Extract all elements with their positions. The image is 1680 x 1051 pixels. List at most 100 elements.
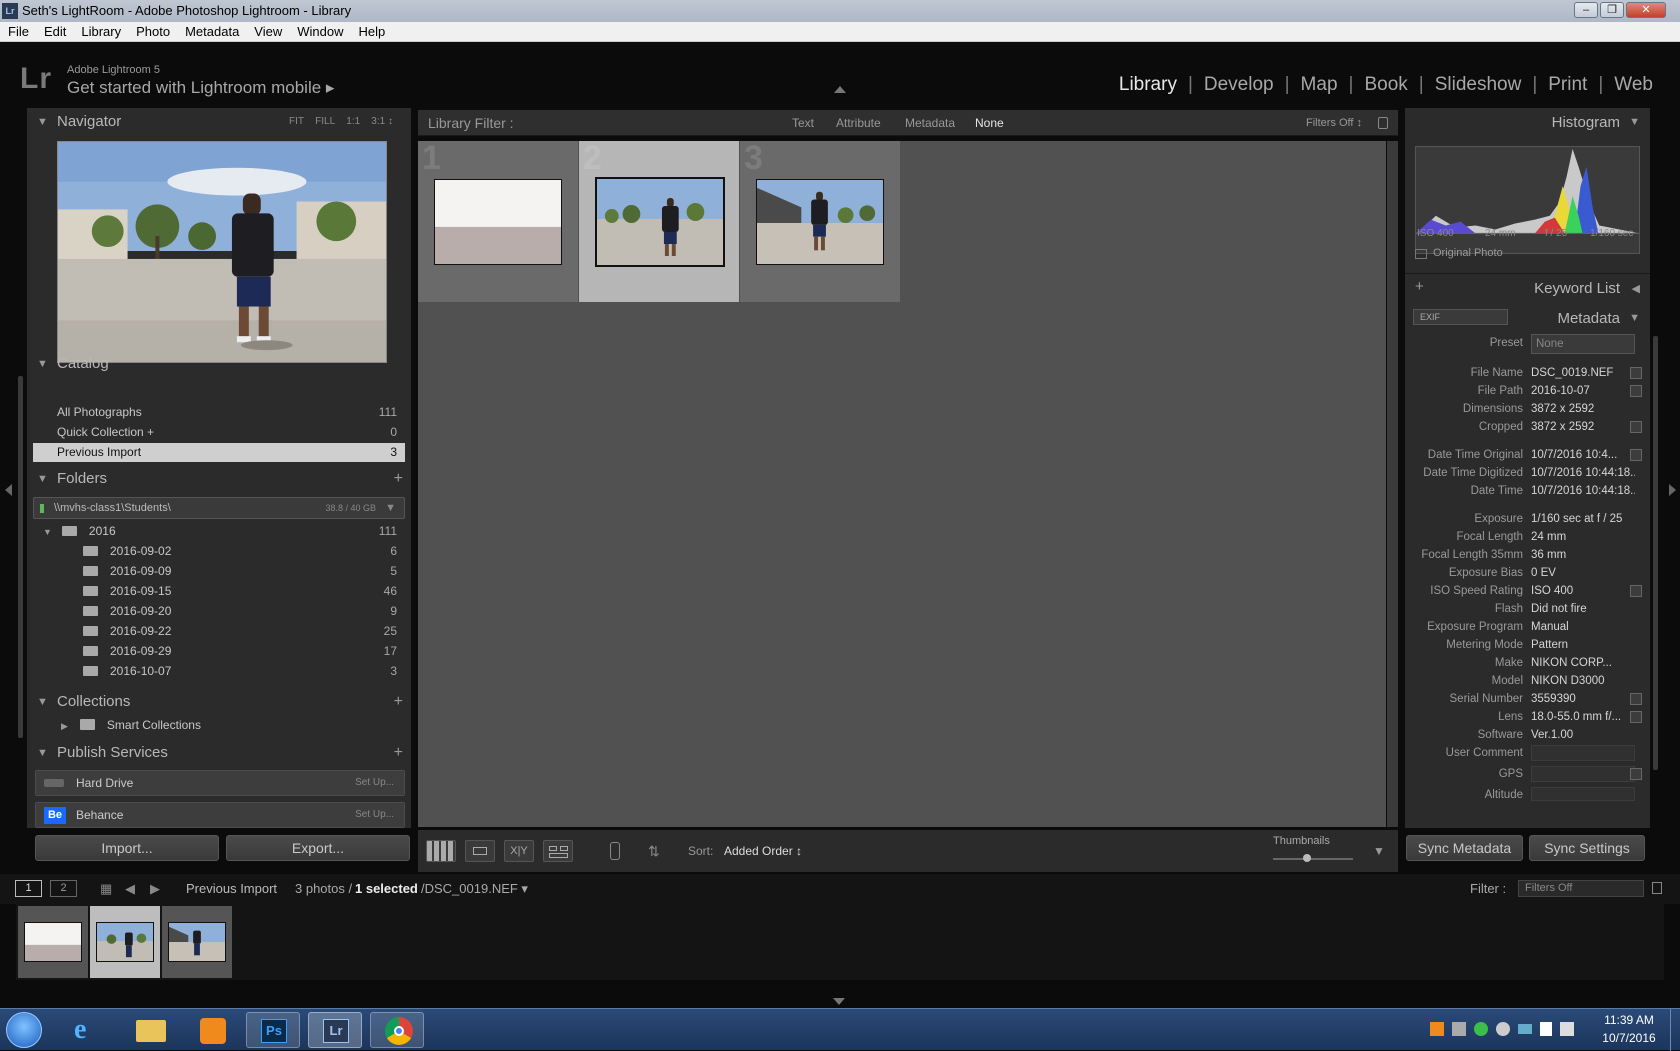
toolbar-menu-icon[interactable]: ▼ [1373, 830, 1385, 872]
folder-item[interactable]: 2016-09-29 17 [33, 642, 405, 661]
volume-bar[interactable]: \\mvhs-class1\Students\ 38.8 / 40 GB ▼ [33, 497, 405, 519]
volume-icon[interactable] [1560, 1022, 1574, 1036]
publish-setup-link[interactable]: Set Up... [355, 803, 394, 827]
source-label[interactable]: Previous Import [186, 874, 277, 904]
catalog-quick-collection[interactable]: Quick Collection + 0 [33, 423, 405, 442]
secondary-window-button[interactable]: 2 [50, 880, 77, 897]
sort-direction-icon[interactable]: ⇅ [648, 830, 660, 872]
export-button[interactable]: Export... [226, 835, 410, 861]
histogram-title[interactable]: Histogram [1552, 114, 1620, 131]
grid-cell[interactable]: 1 [418, 139, 578, 302]
import-button[interactable]: Import... [35, 835, 219, 861]
collapse-top-panel-icon[interactable] [834, 86, 846, 93]
loupe-view-icon[interactable] [465, 840, 495, 862]
module-map[interactable]: Map [1290, 74, 1349, 95]
tray-app-icon[interactable] [1496, 1022, 1510, 1036]
menu-metadata[interactable]: Metadata [185, 24, 239, 39]
filter-tab-none[interactable]: None [975, 110, 1004, 136]
photo-thumbnail[interactable] [595, 177, 725, 267]
slider-handle[interactable] [1303, 854, 1311, 862]
menu-edit[interactable]: Edit [44, 24, 66, 39]
module-develop[interactable]: Develop [1193, 74, 1285, 95]
tray-app-icon[interactable] [1452, 1022, 1466, 1036]
filmstrip-cell[interactable] [162, 906, 232, 978]
edit-capture-time-icon[interactable] [1630, 449, 1642, 461]
filter-tab-attribute[interactable]: Attribute [836, 110, 881, 136]
grid-view-icon[interactable]: ▦ [100, 874, 112, 904]
gps-map-icon[interactable] [1630, 768, 1642, 780]
filter-preset-dropdown[interactable]: Filters Off ↕ [1306, 110, 1362, 136]
spray-can-icon[interactable] [610, 842, 620, 860]
filter-lock-icon[interactable] [1652, 882, 1662, 894]
filmstrip-filter-dropdown[interactable]: Filters Off [1518, 880, 1644, 897]
filter-by-lens-icon[interactable] [1630, 711, 1642, 723]
grid-view-icon[interactable] [426, 840, 456, 862]
collapse-left-panel-icon[interactable] [5, 484, 12, 496]
folder-item[interactable]: 2016-09-02 6 [33, 542, 405, 561]
primary-window-button[interactable]: 1 [15, 880, 42, 897]
folder-item[interactable]: 2016-09-20 9 [33, 602, 405, 621]
minimize-button[interactable]: – [1574, 2, 1598, 18]
filmstrip-cell[interactable] [18, 906, 88, 978]
filter-by-iso-icon[interactable] [1630, 585, 1642, 597]
filmstrip-cell-selected[interactable] [90, 906, 160, 978]
internet-explorer-icon[interactable]: e [62, 1012, 116, 1048]
metadata-value[interactable]: DSC_0019.NEF [1531, 364, 1635, 382]
chrome-taskbar-icon[interactable] [370, 1012, 424, 1048]
lightroom-taskbar-icon[interactable]: Lr [308, 1012, 362, 1048]
add-publish-service-icon[interactable]: + [394, 739, 403, 767]
clock-date[interactable]: 10/7/2016 [1598, 1031, 1660, 1045]
grid-scrollbar[interactable] [1387, 141, 1398, 827]
menu-file[interactable]: File [8, 24, 29, 39]
publish-behance[interactable]: Be Behance Set Up... [35, 802, 405, 828]
sync-metadata-button[interactable]: Sync Metadata [1406, 835, 1523, 861]
tray-update-icon[interactable] [1474, 1022, 1488, 1036]
back-arrow-icon[interactable]: ◀ [125, 874, 135, 904]
network-icon[interactable] [1518, 1024, 1532, 1034]
collapse-right-panel-icon[interactable] [1669, 484, 1676, 496]
module-book[interactable]: Book [1353, 74, 1418, 95]
module-web[interactable]: Web [1603, 74, 1664, 95]
show-desktop-button[interactable] [1670, 1009, 1680, 1051]
smart-collections-row[interactable]: ▶ Smart Collections [33, 716, 405, 735]
filter-tab-text[interactable]: Text [792, 110, 814, 136]
selected-file-name[interactable]: /DSC_0019.NEF ▾ [421, 874, 528, 904]
sort-dropdown[interactable]: Added Order ↕ [724, 830, 802, 872]
photoshop-taskbar-icon[interactable]: Ps [246, 1012, 300, 1048]
maximize-button[interactable]: ❐ [1600, 2, 1624, 18]
action-center-flag-icon[interactable] [1540, 1022, 1552, 1036]
folder-root-2016[interactable]: ▼ 2016 111 [33, 522, 405, 541]
metadata-header[interactable]: EXIF Metadata ▼ [1405, 304, 1650, 332]
collections-header[interactable]: ▼ Collections + [27, 688, 411, 716]
filmstrip-thumbnail[interactable] [24, 922, 82, 962]
close-button[interactable]: ✕ [1626, 2, 1666, 18]
sync-settings-button[interactable]: Sync Settings [1529, 835, 1645, 861]
navigator-header[interactable]: ▼ Navigator FIT FILL 1:1 3:1 ↕ [27, 108, 411, 136]
mobile-promo-link[interactable]: Get started with Lightroom mobile ▸ [67, 78, 334, 98]
volume-dropdown-icon[interactable]: ▼ [385, 498, 396, 518]
zoom-1-1[interactable]: 1:1 [346, 116, 360, 127]
media-player-icon[interactable] [186, 1012, 240, 1048]
metadata-preset-dropdown[interactable]: None [1531, 334, 1635, 354]
folder-item[interactable]: 2016-09-22 25 [33, 622, 405, 641]
filter-lock-icon[interactable] [1378, 117, 1388, 129]
module-library[interactable]: Library [1108, 74, 1188, 95]
photo-thumbnail[interactable] [434, 179, 562, 265]
survey-view-icon[interactable] [543, 840, 573, 862]
collapse-triangle-icon[interactable]: ▼ [1629, 116, 1640, 128]
thumbnail-size-slider[interactable] [1273, 854, 1353, 862]
right-panel-scrollbar[interactable] [1653, 336, 1658, 770]
menu-photo[interactable]: Photo [136, 24, 170, 39]
module-slideshow[interactable]: Slideshow [1424, 74, 1533, 95]
original-photo-checkbox[interactable] [1415, 249, 1427, 259]
file-explorer-icon[interactable] [124, 1012, 178, 1048]
module-print[interactable]: Print [1537, 74, 1598, 95]
zoom-fit[interactable]: FIT [289, 116, 304, 127]
photo-thumbnail[interactable] [756, 179, 884, 265]
folder-item[interactable]: 2016-10-07 3 [33, 662, 405, 681]
rename-icon[interactable] [1630, 367, 1642, 379]
add-keyword-icon[interactable]: + [1415, 278, 1424, 295]
start-button[interactable] [6, 1012, 42, 1048]
catalog-all-photographs[interactable]: All Photographs 111 [33, 403, 405, 422]
add-collection-icon[interactable]: + [394, 688, 403, 716]
